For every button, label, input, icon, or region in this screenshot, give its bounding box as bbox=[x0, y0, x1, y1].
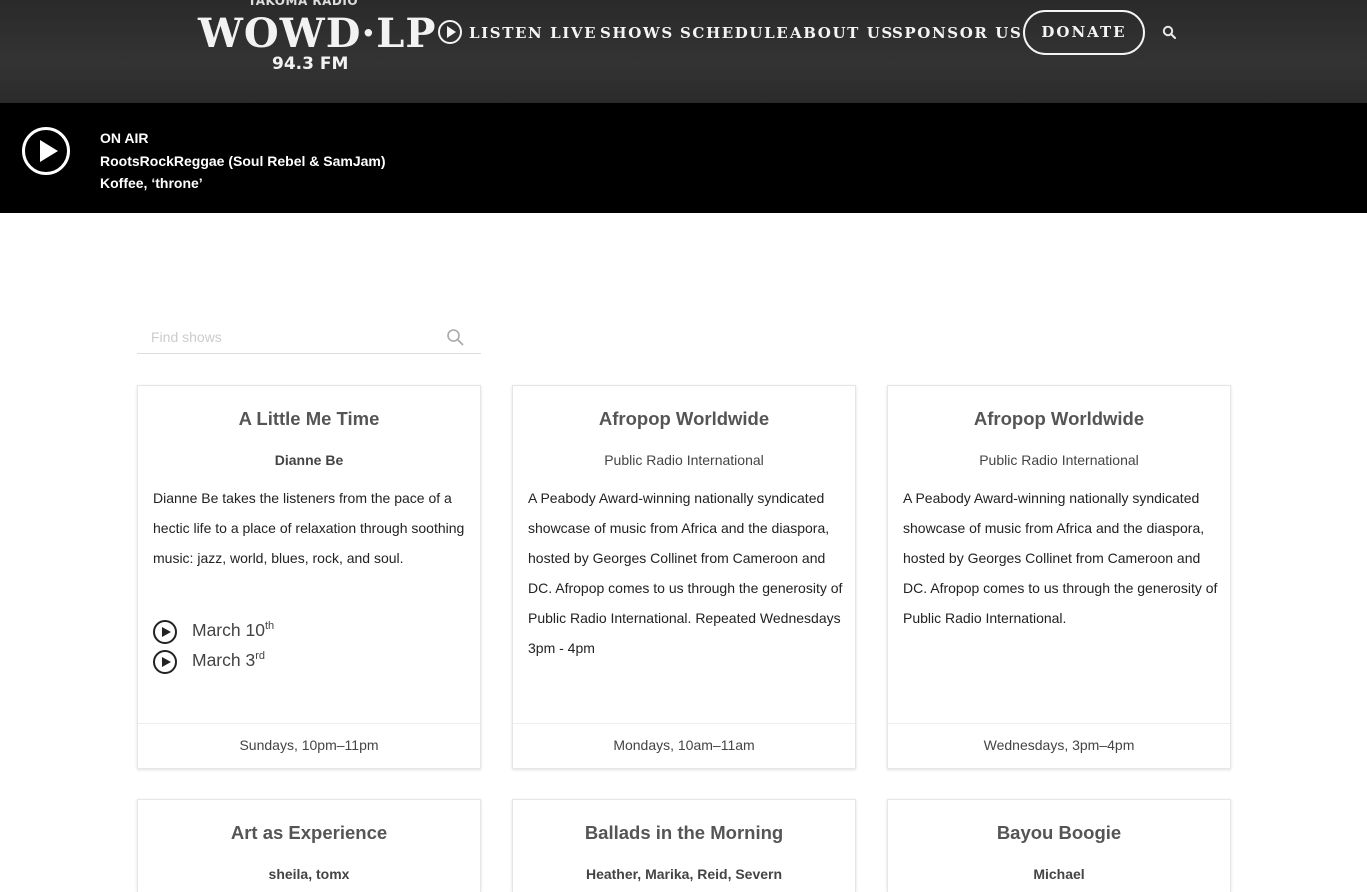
logo-callsign: WOWD·LP bbox=[198, 10, 437, 57]
find-shows-field bbox=[137, 322, 481, 354]
search-icon[interactable] bbox=[1162, 25, 1176, 39]
show-host: Michael bbox=[1033, 866, 1085, 882]
show-card[interactable]: Afropop Worldwide Public Radio Internati… bbox=[512, 385, 856, 769]
play-circle-icon[interactable] bbox=[153, 620, 177, 644]
search-input[interactable] bbox=[151, 326, 441, 348]
play-circle-icon[interactable] bbox=[153, 650, 177, 674]
show-host: Public Radio International bbox=[604, 452, 764, 468]
on-air-info: ON AIR RootsRockReggae (Soul Rebel & Sam… bbox=[100, 127, 386, 195]
show-schedule: Sundays, 10pm–11pm bbox=[138, 723, 480, 768]
show-title[interactable]: Ballads in the Morning bbox=[513, 822, 855, 844]
nav-listen-live[interactable]: LISTEN LIVE bbox=[469, 22, 597, 44]
show-card[interactable]: Art as Experience sheila, tomx bbox=[137, 799, 481, 892]
nav-about-us[interactable]: ABOUT US bbox=[790, 22, 894, 44]
show-title[interactable]: Afropop Worldwide bbox=[888, 408, 1230, 430]
show-title[interactable]: A Little Me Time bbox=[138, 408, 480, 430]
show-card[interactable]: Ballads in the Morning Heather, Marika, … bbox=[512, 799, 856, 892]
on-air-bar: ON AIR RootsRockReggae (Soul Rebel & Sam… bbox=[0, 103, 1367, 213]
show-schedule: Mondays, 10am–11am bbox=[513, 723, 855, 768]
donate-button[interactable]: DONATE bbox=[1023, 10, 1145, 55]
nav-schedule[interactable]: SCHEDULE bbox=[680, 22, 789, 44]
nav-shows[interactable]: SHOWS bbox=[600, 22, 674, 44]
logo-frequency: 94.3 FM bbox=[272, 54, 349, 74]
show-host: sheila, tomx bbox=[268, 866, 350, 882]
episode-label: March 10th bbox=[192, 620, 275, 640]
show-card[interactable]: A Little Me Time Dianne Be Dianne Be tak… bbox=[137, 385, 481, 769]
search-icon[interactable] bbox=[446, 328, 464, 346]
show-description: A Peabody Award-winning nationally syndi… bbox=[903, 490, 1218, 626]
show-card[interactable]: Afropop Worldwide Public Radio Internati… bbox=[887, 385, 1231, 769]
show-title[interactable]: Afropop Worldwide bbox=[513, 408, 855, 430]
show-schedule: Wednesdays, 3pm–4pm bbox=[888, 723, 1230, 768]
show-title[interactable]: Art as Experience bbox=[138, 822, 480, 844]
on-air-label: ON AIR bbox=[100, 130, 149, 146]
play-circle-icon[interactable] bbox=[438, 20, 462, 44]
show-card[interactable]: Bayou Boogie Michael bbox=[887, 799, 1231, 892]
site-header: TAKOMA RADIO WOWD·LP 94.3 FM LISTEN LIVE… bbox=[0, 0, 1367, 103]
show-host: Public Radio International bbox=[979, 452, 1139, 468]
show-host: Dianne Be bbox=[274, 452, 344, 468]
show-title[interactable]: Bayou Boogie bbox=[888, 822, 1230, 844]
station-logo[interactable]: TAKOMA RADIO WOWD·LP 94.3 FM bbox=[196, 0, 436, 80]
show-description: Dianne Be takes the listeners from the p… bbox=[153, 490, 465, 566]
episode-label: March 3rd bbox=[192, 650, 265, 670]
logo-tagline: TAKOMA RADIO bbox=[248, 0, 359, 8]
on-air-track: Koffee, ‘throne’ bbox=[100, 175, 203, 191]
show-description: A Peabody Award-winning nationally syndi… bbox=[528, 490, 843, 656]
nav-sponsor-us[interactable]: SPONSOR US bbox=[892, 22, 1022, 44]
on-air-show[interactable]: RootsRockReggae (Soul Rebel & SamJam) bbox=[100, 150, 386, 173]
play-button-icon[interactable] bbox=[22, 127, 70, 175]
show-host: Heather, Marika, Reid, Severn bbox=[585, 866, 783, 882]
